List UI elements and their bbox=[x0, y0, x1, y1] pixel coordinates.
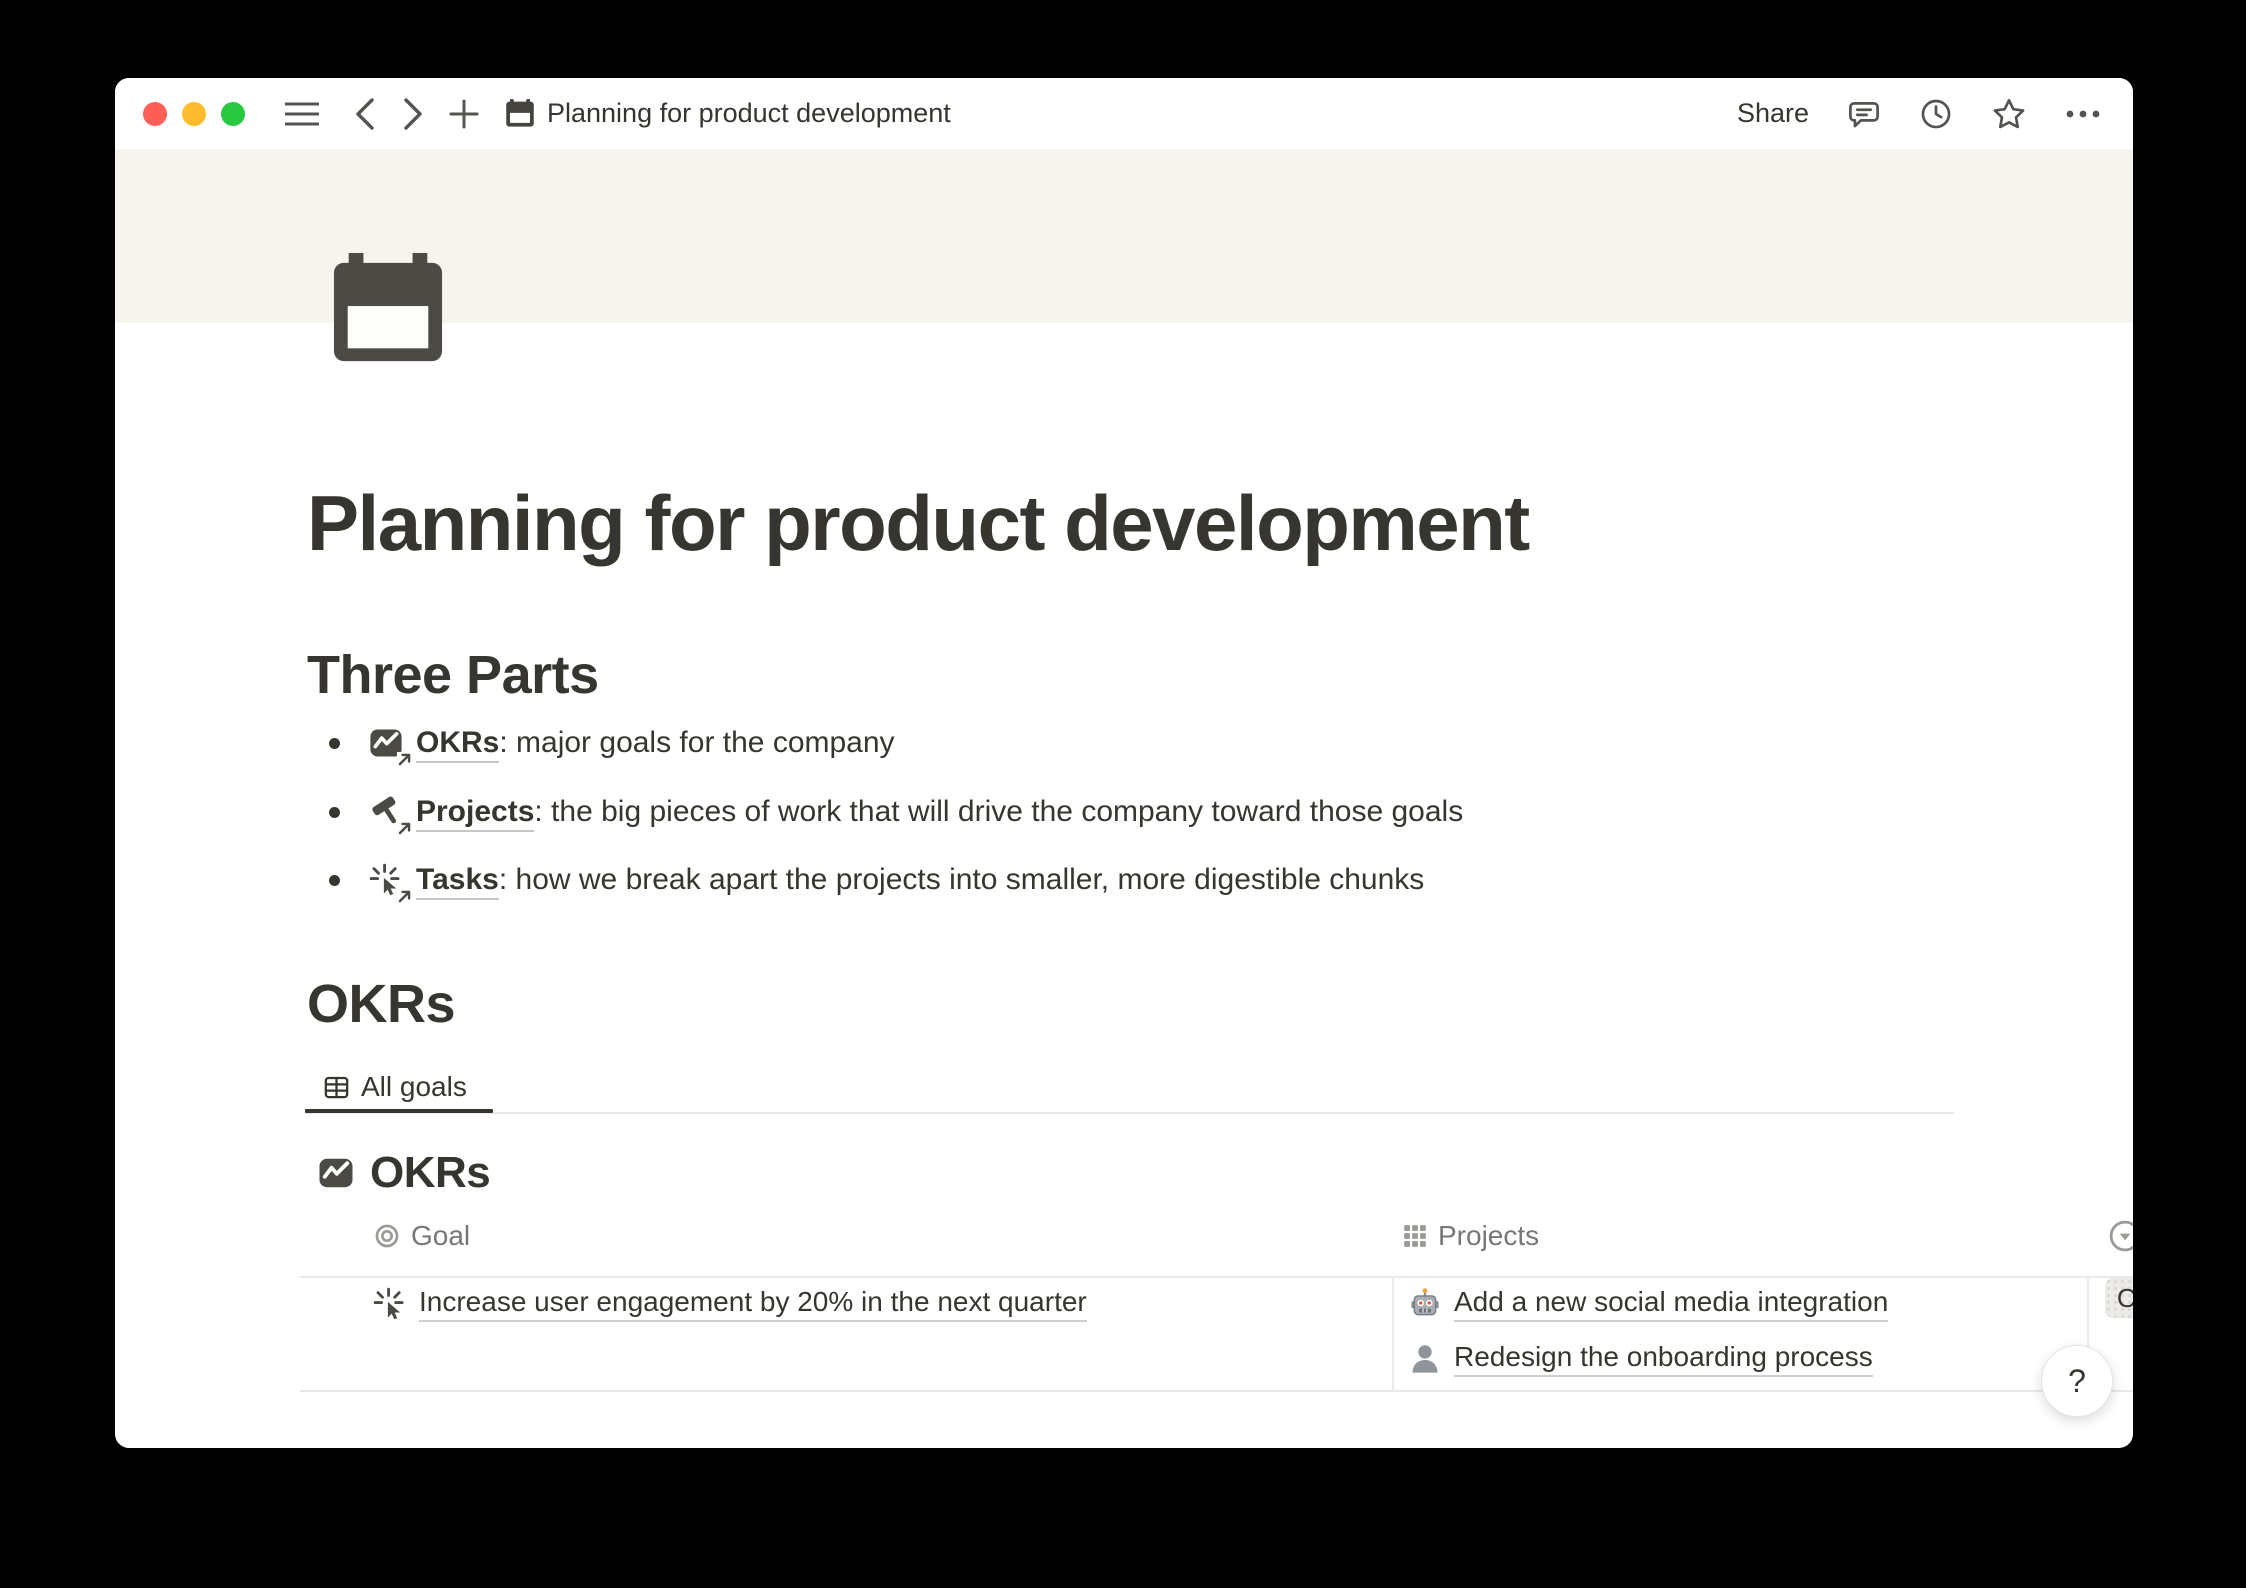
project-link[interactable]: Add a new social media integration bbox=[1454, 1286, 1888, 1322]
table-row-goal-cell: Increase user engagement by 20% in the n… bbox=[373, 1286, 1087, 1322]
new-page-icon[interactable] bbox=[449, 99, 479, 129]
back-icon[interactable] bbox=[355, 98, 375, 130]
database-title[interactable]: OKRs bbox=[318, 1148, 490, 1198]
bullet-dot bbox=[329, 738, 340, 749]
okrs-description: : major goals for the company bbox=[499, 726, 894, 759]
toolbar-page-title[interactable]: Planning for product development bbox=[547, 98, 951, 129]
projects-description: : the big pieces of work that will drive… bbox=[534, 795, 1463, 828]
notion-window: Planning for product development Share P… bbox=[115, 78, 2133, 1448]
tasks-page-link[interactable]: Tasks bbox=[416, 863, 499, 900]
project-link[interactable]: Redesign the onboarding process bbox=[1454, 1341, 1873, 1377]
column-header-label: Goal bbox=[411, 1220, 470, 1252]
page-title: Planning for product development bbox=[307, 478, 1529, 569]
click-goal-icon bbox=[373, 1287, 407, 1321]
projects-page-link[interactable]: Projects bbox=[416, 795, 534, 832]
robot-icon bbox=[1408, 1287, 1442, 1321]
status-chevron-circle-icon[interactable] bbox=[2108, 1219, 2133, 1253]
goal-link[interactable]: Increase user engagement by 20% in the n… bbox=[419, 1286, 1087, 1322]
column-header-goal[interactable]: Goal bbox=[373, 1220, 470, 1252]
bullet-dot bbox=[329, 807, 340, 818]
link-arrow-icon bbox=[397, 821, 412, 836]
page-calendar-icon bbox=[505, 99, 535, 128]
project-item: Redesign the onboarding process bbox=[1408, 1341, 1873, 1377]
forward-icon[interactable] bbox=[403, 98, 423, 130]
database-title-label: OKRs bbox=[370, 1148, 490, 1198]
active-tab-underline bbox=[305, 1109, 493, 1113]
column-header-projects[interactable]: Projects bbox=[1402, 1220, 1539, 1252]
zoom-button[interactable] bbox=[221, 102, 245, 126]
toolbar: Planning for product development Share bbox=[115, 78, 2133, 149]
tasks-description: : how we break apart the projects into s… bbox=[499, 863, 1424, 896]
bullet-dot bbox=[329, 875, 340, 886]
database-chart-icon bbox=[318, 1155, 354, 1191]
list-item-projects: Projects: the big pieces of work that wi… bbox=[329, 795, 1463, 829]
minimize-button[interactable] bbox=[182, 102, 206, 126]
view-tab-all-goals[interactable]: All goals bbox=[305, 1064, 485, 1110]
link-arrow-icon bbox=[397, 889, 412, 904]
heading-okrs: OKRs bbox=[307, 973, 455, 1035]
list-item-tasks: Tasks: how we break apart the projects i… bbox=[329, 863, 1424, 897]
comments-icon[interactable] bbox=[1847, 97, 1881, 131]
table-view-icon bbox=[323, 1074, 350, 1101]
toolbar-actions: Share bbox=[1737, 78, 2101, 149]
chart-page-icon bbox=[369, 726, 403, 760]
view-tab-label: All goals bbox=[361, 1071, 467, 1103]
close-button[interactable] bbox=[143, 102, 167, 126]
column-divider bbox=[1392, 1277, 1394, 1391]
window-controls bbox=[143, 102, 245, 126]
sidebar-menu-icon[interactable] bbox=[285, 100, 319, 128]
projects-grid-icon bbox=[1402, 1223, 1428, 1249]
share-button[interactable]: Share bbox=[1737, 98, 1809, 129]
more-options-icon[interactable] bbox=[2065, 109, 2101, 119]
okrs-page-link[interactable]: OKRs bbox=[416, 726, 499, 763]
heading-three-parts: Three Parts bbox=[307, 644, 599, 706]
list-item-okrs: OKRs: major goals for the company bbox=[329, 726, 895, 760]
page-icon-calendar[interactable] bbox=[329, 253, 447, 366]
favorite-star-icon[interactable] bbox=[1991, 96, 2027, 132]
click-page-icon bbox=[369, 863, 403, 897]
table-header-divider bbox=[300, 1276, 2133, 1278]
help-button[interactable]: ? bbox=[2041, 1345, 2113, 1417]
column-header-label: Projects bbox=[1438, 1220, 1539, 1252]
hammer-page-icon bbox=[369, 795, 403, 829]
goal-target-icon bbox=[373, 1222, 401, 1250]
project-item: Add a new social media integration bbox=[1408, 1286, 1888, 1322]
table-row-divider bbox=[300, 1390, 2133, 1392]
updates-clock-icon[interactable] bbox=[1919, 97, 1953, 131]
link-arrow-icon bbox=[397, 752, 412, 767]
person-icon bbox=[1408, 1342, 1442, 1376]
status-tag[interactable]: O bbox=[2105, 1278, 2133, 1318]
view-tabs-divider bbox=[305, 1112, 1954, 1114]
